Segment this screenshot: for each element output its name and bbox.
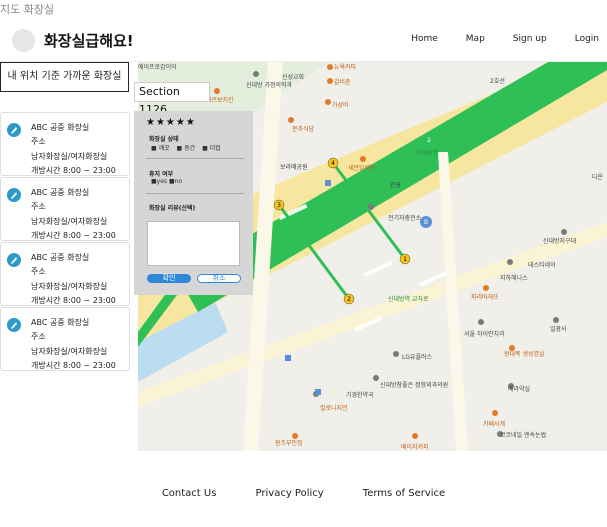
nav-signup[interactable]: Sign up	[513, 34, 547, 44]
toilet-card[interactable]: ABC 공중 화장실 주소 남자화장실/여자화장실 개방시간 8:00 ~ 23…	[0, 177, 130, 241]
map-label: LG유플러스	[402, 354, 433, 361]
site-header: 화장실급해요! Home Map Sign up Login	[0, 18, 607, 62]
toilet-address: 주소	[31, 332, 46, 341]
toilet-pin-icon	[7, 123, 21, 137]
toilet-list: ABC 공중 화장실 주소 남자화장실/여자화장실 개방시간 8:00 ~ 23…	[0, 112, 130, 372]
map-label: 데스티네이	[528, 262, 556, 269]
review-textarea[interactable]	[147, 221, 240, 266]
map-label: 신대방역 교차로	[388, 296, 429, 303]
svg-text:2: 2	[427, 137, 431, 144]
toilet-name: ABC 공중 화장실	[31, 123, 90, 132]
toilet-name: ABC 공중 화장실	[31, 188, 90, 197]
toilet-type: 남자화장실/여자화장실	[31, 347, 108, 356]
status-clean-checkbox[interactable]: ■ 깨끗	[151, 145, 170, 152]
svg-text:B: B	[424, 219, 428, 226]
divider	[146, 158, 244, 159]
map-label: 메라약실	[508, 386, 531, 393]
map-label: 뉴욕커피	[334, 64, 357, 71]
toilet-hours: 개방시간 8:00 ~ 23:00	[31, 166, 116, 175]
map-label: 문추식당	[292, 126, 315, 133]
map-label: 메이지커피	[401, 444, 429, 451]
toilet-name: ABC 공중 화장실	[31, 253, 90, 262]
toilet-address: 주소	[31, 202, 46, 211]
logo-icon[interactable]	[12, 29, 35, 52]
map-label: 카페사계	[483, 421, 506, 428]
map-label: 신대방참좋은 정형외과의원	[380, 382, 449, 389]
map-label: 에이프로갑이이	[138, 64, 177, 71]
map-label: 지하해니스	[500, 275, 528, 282]
toilet-type: 남자화장실/여자화장실	[31, 217, 108, 226]
toilet-hours: 개방시간 8:00 ~ 23:00	[31, 231, 116, 240]
toilet-address: 주소	[31, 267, 46, 276]
near-me-button[interactable]: 내 위치 기준 가까운 화장실	[0, 62, 129, 92]
cancel-button[interactable]: 취소	[197, 274, 241, 283]
map-label: 갈비촌	[334, 79, 351, 86]
map-label: 세븐일레븐	[348, 165, 376, 172]
svg-text:4: 4	[331, 160, 335, 167]
nav-login[interactable]: Login	[575, 34, 599, 44]
site-title[interactable]: 화장실급해요!	[44, 30, 134, 51]
section-label: Section 1126	[134, 82, 210, 116]
status-title: 화장실 상태	[149, 136, 179, 143]
review-title: 화장실 리뷰(선택)	[149, 205, 196, 212]
toilet-pin-icon	[7, 253, 21, 267]
map-label: 일광사	[550, 326, 567, 333]
toilet-card[interactable]: ABC 공중 화장실 주소 남자화장실/여자화장실 개방시간 8:00 ~ 23…	[0, 242, 130, 306]
map-label: 보라매공원	[280, 164, 308, 171]
svg-text:1: 1	[403, 256, 407, 263]
map-label: 신대방지구대	[543, 238, 577, 245]
status-dirty-checkbox[interactable]: ■ 더럽	[202, 145, 221, 152]
toilet-name: ABC 공중 화장실	[31, 318, 90, 327]
map-label: 관광	[390, 182, 402, 189]
review-panel: ★★★★★ 화장실 상태 ■ 깨끗 ■ 중간 ■ 더럽 휴지 여부 ■yes ■…	[134, 111, 253, 295]
status-options: ■ 깨끗 ■ 중간 ■ 더럽	[151, 143, 226, 152]
tissue-title: 휴지 여부	[149, 171, 174, 178]
privacy-link[interactable]: Privacy Policy	[256, 488, 324, 499]
toilet-pin-icon	[7, 318, 21, 332]
terms-link[interactable]: Terms of Service	[363, 488, 445, 499]
map-label: 카르보치킨	[206, 97, 234, 104]
toilet-type: 남자화장실/여자화장실	[31, 282, 108, 291]
map-label: 파리바게뜨	[471, 294, 499, 301]
nav-home[interactable]: Home	[411, 34, 438, 44]
map-label: 가성비	[332, 102, 349, 109]
map-label: 왕대폭 생성겸살	[504, 351, 545, 358]
toilet-hours: 개방시간 8:00 ~ 23:00	[31, 361, 116, 370]
toilet-address: 주소	[31, 137, 46, 146]
toilet-hours: 개방시간 8:00 ~ 23:00	[31, 296, 116, 305]
map-label: 다온	[592, 174, 604, 181]
toilet-type: 남자화장실/여자화장실	[31, 152, 108, 161]
map-label: 기경한약국	[346, 392, 374, 399]
map-label: 킬로니지언	[320, 405, 348, 412]
map-label: 서울 하이안치과	[464, 331, 505, 338]
footer: Contact Us Privacy Policy Terms of Servi…	[0, 481, 607, 500]
map-label: 신대방역	[416, 150, 439, 157]
map-label: 코코네일 엔속눈썹	[500, 432, 547, 439]
contact-link[interactable]: Contact Us	[162, 488, 217, 499]
map-label: 2호선	[490, 78, 505, 85]
svg-text:2: 2	[347, 296, 351, 303]
star-rating[interactable]: ★★★★★	[146, 117, 196, 128]
map-label: 전기자충전소	[388, 215, 422, 222]
main-nav: Home Map Sign up Login	[383, 34, 599, 44]
toilet-card[interactable]: ABC 공중 화장실 주소 남자화장실/여자화장실 개방시간 8:00 ~ 23…	[0, 112, 130, 176]
toilet-pin-icon	[7, 188, 21, 202]
divider	[146, 193, 244, 194]
map-label: 원조부인집	[275, 440, 303, 447]
toilet-card[interactable]: ABC 공중 화장실 주소 남자화장실/여자화장실 개방시간 8:00 ~ 23…	[0, 307, 130, 371]
status-medium-checkbox[interactable]: ■ 중간	[177, 145, 196, 152]
nav-map[interactable]: Map	[466, 34, 485, 44]
svg-text:3: 3	[277, 202, 281, 209]
page-caption: 지도 화장실	[0, 3, 55, 16]
map-label: 신대방 가정의학과	[246, 82, 293, 89]
confirm-button[interactable]: 확인	[147, 274, 191, 283]
tissue-options[interactable]: ■yes ■no	[151, 178, 182, 185]
